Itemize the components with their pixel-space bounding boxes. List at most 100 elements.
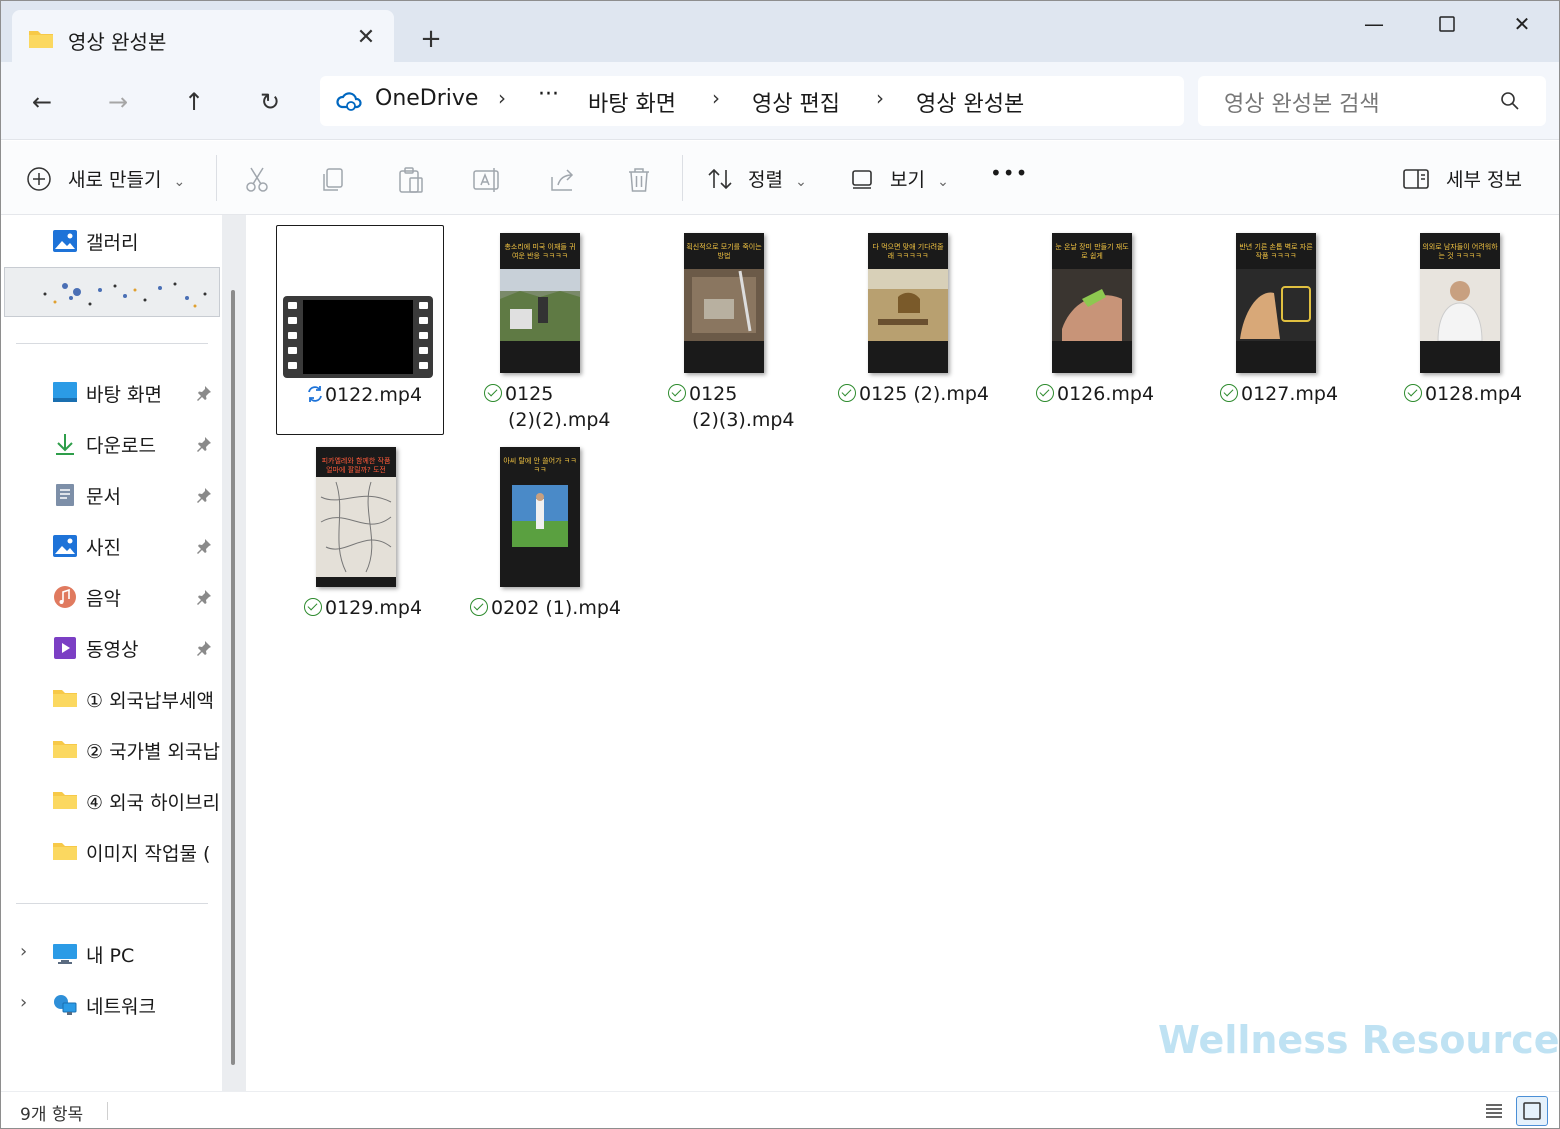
thumbnail-caption: 피카엘레와 함께한 작품 얼마에 팔릴까? 도전 (321, 457, 391, 474)
maximize-button[interactable] (1427, 6, 1467, 42)
refresh-button[interactable]: ↻ (250, 84, 290, 120)
sidebar-item-label: ② 국가별 외국납 (86, 741, 220, 763)
video-thumbnail: 총소리에 미국 이재들 귀여운 반응 ㅋㅋㅋㅋ (500, 233, 580, 373)
sidebar-divider (16, 343, 208, 344)
file-item[interactable]: 아씨 탈에 안 쓸어가 ㅋㅋㅋㅋ 0202 (1).mp4 (460, 439, 628, 649)
details-pane-icon (1403, 169, 1429, 189)
video-thumbnail: 다 먹으면 맞애 기다려줄래 ㅋㅋㅋㅋㅋ (868, 233, 948, 373)
file-name-line2: (2)(3).mp4 (692, 409, 795, 431)
file-item[interactable]: 0122.mp4 (276, 225, 444, 435)
sidebar-item-label: 바탕 화면 (86, 384, 162, 406)
selected-row-highlight (4, 267, 220, 317)
details-view-button[interactable] (1478, 1096, 1510, 1126)
thumbnail-image (500, 269, 580, 341)
thumbnail-image (1420, 269, 1500, 341)
more-options-button[interactable]: ••• (990, 161, 1028, 185)
new-tab-button[interactable]: + (414, 22, 448, 56)
back-button[interactable]: ← (22, 84, 62, 120)
close-tab-button[interactable]: ✕ (350, 22, 382, 54)
breadcrumb-onedrive[interactable]: OneDrive (375, 86, 478, 111)
breadcrumb-separator[interactable]: › (876, 86, 884, 110)
details-button[interactable]: 세부 정보 (1402, 165, 1522, 192)
file-name: 0122.mp4 (305, 382, 422, 408)
folder-icon (52, 687, 78, 711)
sidebar-item-folder-1[interactable]: ① 외국납부세액 (50, 681, 225, 717)
synced-check-icon (484, 384, 502, 402)
expand-chevron-icon[interactable]: › (20, 992, 27, 1013)
sidebar-item-image-work[interactable]: 이미지 작업물 ( (50, 834, 225, 870)
rename-icon[interactable] (472, 165, 502, 195)
share-icon[interactable] (548, 165, 578, 195)
file-name: 0127.mp4 (1220, 381, 1338, 407)
sidebar-item-label: 갤러리 (86, 232, 139, 254)
file-item[interactable]: 반년 기른 손톱 벽로 자른 작품 ㅋㅋㅋㅋ 0127.mp4 (1196, 225, 1364, 435)
file-item[interactable]: 총소리에 미국 이재들 귀여운 반응 ㅋㅋㅋㅋ 0125 (2)(2).mp4 (460, 225, 628, 435)
pin-icon[interactable] (196, 589, 212, 609)
file-name: 0125 (668, 381, 737, 407)
onedrive-icon (336, 89, 362, 117)
file-item[interactable]: 획신적으로 모기를 죽이는 방법 0125 (2)(3).mp4 (644, 225, 812, 435)
file-item[interactable]: 의외로 남자들이 어려워하는 것 ㅋㅋㅋㅋ 0128.mp4 (1380, 225, 1548, 435)
thumbnail-image (1236, 269, 1316, 341)
videos-icon (52, 636, 78, 660)
sidebar-item-gallery[interactable]: 갤러리 (50, 223, 225, 259)
file-name-text: 0128.mp4 (1425, 383, 1523, 405)
sidebar-item-folder-2[interactable]: ② 국가별 외국납 (50, 732, 225, 768)
minimize-button[interactable]: — (1354, 6, 1394, 42)
synced-check-icon (838, 384, 856, 402)
view-button[interactable]: 보기 ⌄ (850, 165, 949, 192)
close-window-button[interactable]: ✕ (1502, 6, 1542, 42)
breadcrumb-desktop[interactable]: 바탕 화면 (588, 86, 676, 118)
new-button-label: 새로 만들기 (68, 169, 162, 191)
search-icon[interactable] (1500, 91, 1520, 115)
breadcrumb-separator[interactable]: › (498, 86, 506, 110)
expand-chevron-icon[interactable]: › (20, 941, 27, 962)
synced-check-icon (1404, 384, 1422, 402)
search-input[interactable]: 영상 완성본 검색 (1224, 86, 1380, 118)
navigation-bar: ← → ↑ ↻ OneDrive › ··· 바탕 화면 › 영상 편집 › 영… (0, 62, 1560, 140)
sidebar-item-label: 사진 (86, 537, 121, 559)
pin-icon[interactable] (196, 436, 212, 456)
forward-button[interactable]: → (98, 84, 138, 120)
file-item[interactable]: 다 먹으면 맞애 기다려줄래 ㅋㅋㅋㅋㅋ 0125 (2).mp4 (828, 225, 996, 435)
sort-button[interactable]: 정렬 ⌄ (706, 165, 807, 192)
sidebar-item-label: 내 PC (86, 945, 135, 967)
synced-check-icon (304, 598, 322, 616)
breadcrumb-video-edit[interactable]: 영상 편집 (752, 86, 840, 118)
sort-icon (708, 168, 732, 190)
paste-icon[interactable] (396, 165, 426, 195)
synced-check-icon (470, 598, 488, 616)
address-bar[interactable]: OneDrive › ··· 바탕 화면 › 영상 편집 › 영상 완성본 (320, 76, 1184, 126)
gallery-icon (52, 229, 78, 253)
sidebar-scrollbar-thumb[interactable] (231, 290, 235, 1065)
file-name-text: 0202 (1).mp4 (491, 597, 622, 619)
file-name-text: 0125 (689, 383, 738, 405)
pin-icon[interactable] (196, 385, 212, 405)
up-button[interactable]: ↑ (174, 84, 214, 120)
copy-icon[interactable] (318, 165, 348, 195)
sidebar-item-network[interactable]: 네트워크 (50, 987, 225, 1023)
breadcrumb-separator[interactable]: › (712, 86, 720, 110)
video-thumbnail: 눈 온날 장미 만들기 재도로 쉽게 (1052, 233, 1132, 373)
large-icons-view-button[interactable] (1516, 1096, 1548, 1126)
thumbnail-image (1052, 269, 1132, 341)
breadcrumb-current[interactable]: 영상 완성본 (916, 86, 1024, 118)
sidebar-item-this-pc[interactable]: 내 PC (50, 936, 225, 972)
pin-icon[interactable] (196, 640, 212, 660)
chevron-down-icon: ⌄ (795, 174, 807, 190)
file-item[interactable]: 눈 온날 장미 만들기 재도로 쉽게 0126.mp4 (1012, 225, 1180, 435)
search-box[interactable]: 영상 완성본 검색 (1198, 76, 1546, 126)
pin-icon[interactable] (196, 538, 212, 558)
sidebar-item-folder-4[interactable]: ④ 외국 하이브리 (50, 783, 225, 819)
navigation-pane: 갤러리 바탕 화면 다운로드 문서 사진 음악 동영상 ① 외국납부세액 ② 국… (0, 215, 222, 1091)
toolbar-divider (216, 155, 217, 201)
thumbnail-image (868, 269, 948, 341)
item-count: 9개 항목 (20, 1105, 84, 1125)
new-button[interactable]: 새로 만들기 ⌄ (26, 165, 185, 192)
cut-icon[interactable] (242, 165, 272, 195)
tab-current-folder[interactable]: 영상 완성본 ✕ (12, 10, 394, 68)
pin-icon[interactable] (196, 487, 212, 507)
file-item[interactable]: 피카엘레와 함께한 작품 얼마에 팔릴까? 도전 0129.mp4 (276, 439, 444, 649)
breadcrumb-ellipsis[interactable]: ··· (538, 82, 559, 107)
delete-icon[interactable] (624, 165, 654, 195)
